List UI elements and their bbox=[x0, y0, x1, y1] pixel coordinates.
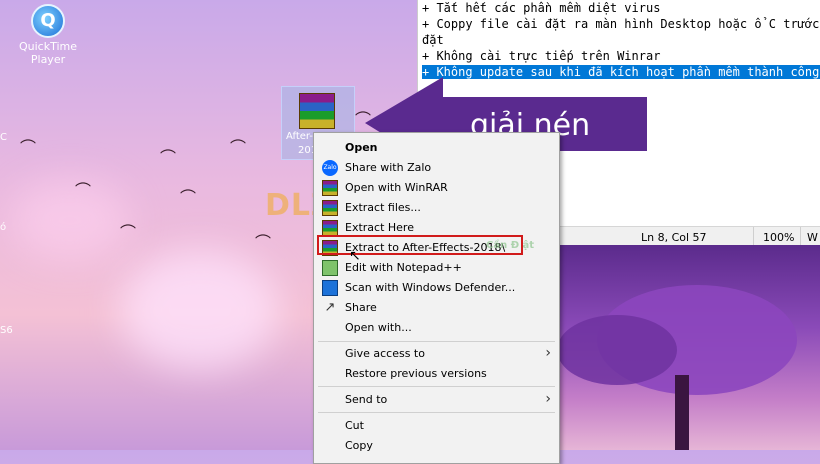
menu-item-share-with-zalo[interactable]: Zalo Share with Zalo bbox=[314, 158, 559, 178]
menu-separator bbox=[318, 386, 555, 387]
menu-item-restore-previous-versions[interactable]: Restore previous versions bbox=[314, 364, 559, 384]
chevron-right-icon: › bbox=[545, 391, 551, 407]
status-encoding: W bbox=[807, 231, 818, 244]
menu-item-send-to[interactable]: Send to › bbox=[314, 390, 559, 410]
desktop-icon-label: Player bbox=[30, 53, 66, 66]
menu-item-label: Extract files... bbox=[345, 201, 421, 214]
text-line: đặt bbox=[422, 33, 444, 47]
menu-item-extract-files[interactable]: Extract files... bbox=[314, 198, 559, 218]
menu-item-copy[interactable]: Copy bbox=[314, 436, 559, 456]
menu-item-open[interactable]: Open bbox=[314, 138, 559, 158]
menu-item-open-with[interactable]: Open with... bbox=[314, 318, 559, 338]
menu-item-label: Extract Here bbox=[345, 221, 414, 234]
status-position: Ln 8, Col 57 bbox=[641, 231, 707, 244]
menu-item-open-with-winrar[interactable]: Open with WinRAR bbox=[314, 178, 559, 198]
winrar-icon bbox=[322, 220, 338, 236]
menu-item-share[interactable]: ↗ Share bbox=[314, 298, 559, 318]
bird-silhouette: ⌒ bbox=[180, 188, 197, 207]
sky-glow bbox=[120, 250, 280, 370]
bird-silhouette: ⌒ bbox=[20, 138, 37, 157]
menu-item-scan-defender[interactable]: Scan with Windows Defender... bbox=[314, 278, 559, 298]
bird-silhouette: ⌒ bbox=[230, 138, 247, 157]
wallpaper-tree-image bbox=[557, 245, 820, 450]
bird-silhouette: ⌒ bbox=[255, 233, 272, 252]
mouse-cursor-icon: ↖ bbox=[349, 248, 361, 264]
text-line: + Tắt hết các phần mềm diệt virus bbox=[422, 1, 661, 15]
zalo-icon: Zalo bbox=[322, 160, 338, 176]
desktop-edge-label: C bbox=[0, 132, 7, 143]
tree-trunk bbox=[675, 375, 689, 450]
menu-item-give-access-to[interactable]: Give access to › bbox=[314, 344, 559, 364]
menu-item-label: Open with WinRAR bbox=[345, 181, 448, 194]
desktop-edge-label: ó bbox=[0, 222, 7, 233]
menu-item-label: Copy bbox=[345, 439, 373, 452]
menu-separator bbox=[318, 412, 555, 413]
context-menu: Open Zalo Share with Zalo Open with WinR… bbox=[313, 132, 560, 464]
bird-silhouette: ⌒ bbox=[75, 181, 92, 200]
status-zoom: 100% bbox=[763, 231, 795, 244]
desktop-icon-quicktime[interactable]: Q QuickTime Player bbox=[16, 4, 80, 66]
menu-item-label: Cut bbox=[345, 419, 364, 432]
quicktime-icon: Q bbox=[31, 4, 65, 38]
menu-item-label: Send to bbox=[345, 393, 388, 406]
bird-silhouette: ⌒ bbox=[160, 148, 177, 167]
menu-item-cut[interactable]: Cut bbox=[314, 416, 559, 436]
notepad-status-bar: Ln 8, Col 57 100% W bbox=[557, 226, 820, 246]
menu-item-label: Edit with Notepad++ bbox=[345, 261, 462, 274]
menu-item-label: Scan with Windows Defender... bbox=[345, 281, 516, 294]
menu-item-label: Open with... bbox=[345, 321, 412, 334]
tree-canopy bbox=[557, 315, 677, 385]
desktop-edge-label: S6 bbox=[0, 325, 13, 336]
menu-item-label: Give access to bbox=[345, 347, 425, 360]
bird-silhouette: ⌒ bbox=[120, 223, 137, 242]
winrar-icon bbox=[322, 200, 338, 216]
winrar-icon bbox=[322, 180, 338, 196]
desktop-icon-label: QuickTime bbox=[18, 40, 78, 53]
desktop-file-label: After- bbox=[286, 131, 313, 142]
menu-item-label: Share with Zalo bbox=[345, 161, 432, 174]
text-line: + Coppy file cài đặt ra màn hình Desktop… bbox=[422, 17, 820, 31]
ghost-overlay-text: Cần Đ ật bbox=[486, 240, 535, 251]
menu-separator bbox=[318, 341, 555, 342]
chevron-right-icon: › bbox=[545, 345, 551, 361]
text-line: + Không cài trực tiếp trên Winrar bbox=[422, 49, 661, 63]
defender-icon bbox=[322, 280, 338, 296]
menu-item-label: Open bbox=[345, 141, 378, 154]
share-icon: ↗ bbox=[324, 300, 336, 315]
menu-item-label: Share bbox=[345, 301, 377, 314]
sky-glow bbox=[10, 180, 130, 260]
menu-item-label: Restore previous versions bbox=[345, 367, 487, 380]
notepadpp-icon bbox=[322, 260, 338, 276]
winrar-archive-icon bbox=[299, 93, 335, 129]
